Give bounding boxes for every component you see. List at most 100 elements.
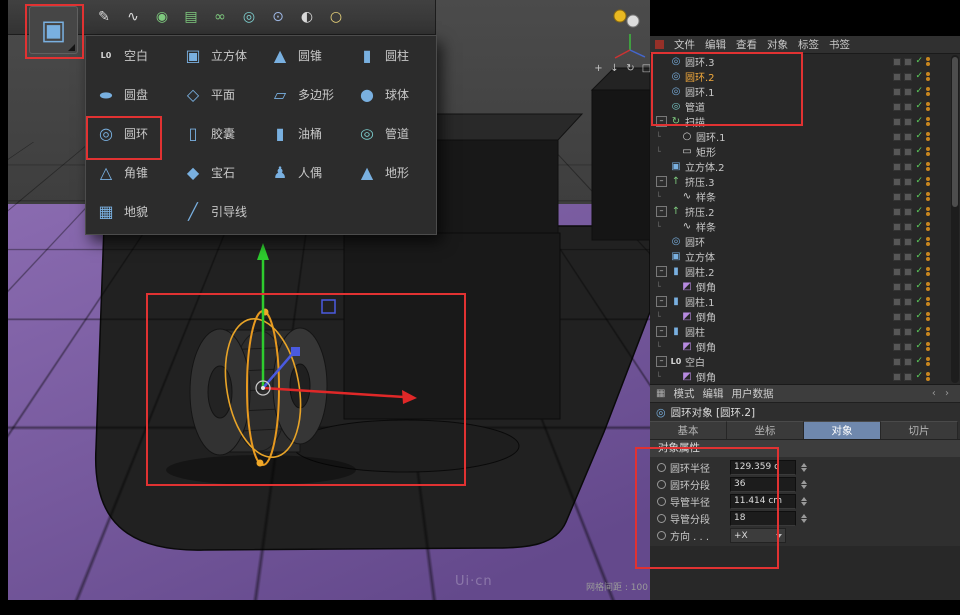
layer-toggle[interactable] (904, 343, 912, 351)
layer-toggle[interactable] (904, 148, 912, 156)
visibility-dots[interactable] (926, 282, 930, 291)
instance-tool-button[interactable]: ◎ (237, 5, 261, 29)
om-menu-item[interactable]: 查看 (736, 37, 757, 52)
object-row[interactable]: └○圆环.1✓ (650, 129, 960, 144)
layer-toggle[interactable] (893, 238, 901, 246)
enabled-check-icon[interactable]: ✓ (915, 312, 923, 321)
object-row[interactable]: └▭矩形✓ (650, 144, 960, 159)
layer-toggle[interactable] (893, 88, 901, 96)
expand-toggle[interactable]: – (656, 116, 667, 127)
object-row[interactable]: ◎圆环.2✓ (650, 69, 960, 84)
menu-item-capsule[interactable]: ▯胶囊 (173, 114, 260, 153)
menu-item-cylinder[interactable]: ▮圆柱 (347, 36, 434, 75)
value-input[interactable]: 11.414 cm (730, 494, 796, 509)
object-row[interactable]: –↻扫描✓ (650, 114, 960, 129)
layer-toggle[interactable] (904, 193, 912, 201)
enabled-check-icon[interactable]: ✓ (915, 207, 923, 216)
menu-item-relief[interactable]: ▦地貌 (86, 192, 173, 231)
object-row[interactable]: └∿样条✓ (650, 189, 960, 204)
mode-item[interactable]: 模式 (673, 386, 694, 401)
menu-item-figure[interactable]: ♟人偶 (260, 153, 347, 192)
visibility-dots[interactable] (926, 342, 930, 351)
enabled-check-icon[interactable]: ✓ (915, 297, 923, 306)
visibility-dots[interactable] (926, 177, 930, 186)
keyframe-dot-icon[interactable] (657, 463, 666, 472)
menu-item-disc[interactable]: ●圆盘 (86, 75, 173, 114)
enabled-check-icon[interactable]: ✓ (915, 252, 923, 261)
menu-item-cube[interactable]: ▣立方体 (173, 36, 260, 75)
step-up-icon[interactable] (801, 497, 807, 501)
value-stepper[interactable] (801, 514, 807, 523)
step-up-icon[interactable] (801, 480, 807, 484)
enabled-check-icon[interactable]: ✓ (915, 117, 923, 126)
layer-toggle[interactable] (904, 268, 912, 276)
layer-toggle[interactable] (904, 373, 912, 381)
object-row[interactable]: –↑挤压.2✓ (650, 204, 960, 219)
pen-tool-button[interactable]: ✎ (92, 5, 116, 29)
object-row[interactable]: └◩倒角✓ (650, 279, 960, 294)
layer-toggle[interactable] (893, 358, 901, 366)
step-down-icon[interactable] (801, 502, 807, 506)
object-row[interactable]: –▮圆柱✓ (650, 324, 960, 339)
visibility-dots[interactable] (926, 312, 930, 321)
object-row[interactable]: ◎圆环.1✓ (650, 84, 960, 99)
menu-item-null[interactable]: L0空白 (86, 36, 173, 75)
layer-toggle[interactable] (893, 103, 901, 111)
primitive-cube-button[interactable]: ▣ (29, 6, 78, 54)
layer-toggle[interactable] (904, 58, 912, 66)
visibility-dots[interactable] (926, 207, 930, 216)
subdivision-surface-tool-button[interactable]: ◉ (150, 5, 174, 29)
visibility-dots[interactable] (926, 267, 930, 276)
keyframe-dot-icon[interactable] (657, 514, 666, 523)
expand-toggle[interactable]: – (656, 176, 667, 187)
layer-toggle[interactable] (893, 58, 901, 66)
object-row[interactable]: ◎圆环.3✓ (650, 54, 960, 69)
layer-toggle[interactable] (904, 328, 912, 336)
visibility-dots[interactable] (926, 192, 930, 201)
menu-item-cone[interactable]: ▲圆锥 (260, 36, 347, 75)
layer-toggle[interactable] (904, 88, 912, 96)
object-row[interactable]: ▣立方体.2✓ (650, 159, 960, 174)
menu-item-gem[interactable]: ◆宝石 (173, 153, 260, 192)
enabled-check-icon[interactable]: ✓ (915, 87, 923, 96)
value-stepper[interactable] (801, 480, 807, 489)
layer-toggle[interactable] (904, 298, 912, 306)
value-input[interactable]: 18 (730, 511, 796, 526)
menu-item-plane[interactable]: ◇平面 (173, 75, 260, 114)
om-menu-item[interactable]: 标签 (798, 37, 819, 52)
enabled-check-icon[interactable]: ✓ (915, 327, 923, 336)
visibility-dots[interactable] (926, 87, 930, 96)
mode-item[interactable]: 用户数据 (731, 386, 773, 401)
rotate-view-icon[interactable]: ↻ (624, 62, 637, 75)
layer-toggle[interactable] (893, 163, 901, 171)
layer-toggle[interactable] (904, 253, 912, 261)
scrollbar-thumb[interactable] (952, 57, 958, 207)
light-tool-button[interactable]: ○ (324, 5, 348, 29)
layer-toggle[interactable] (904, 118, 912, 126)
layer-toggle[interactable] (893, 313, 901, 321)
object-row[interactable]: ▣立方体✓ (650, 249, 960, 264)
enabled-check-icon[interactable]: ✓ (915, 72, 923, 81)
menu-item-tube[interactable]: ◎管道 (347, 114, 434, 153)
enabled-check-icon[interactable]: ✓ (915, 102, 923, 111)
object-row[interactable]: └∿样条✓ (650, 219, 960, 234)
keyframe-dot-icon[interactable] (657, 497, 666, 506)
layer-toggle[interactable] (893, 118, 901, 126)
layer-toggle[interactable] (893, 373, 901, 381)
menu-item-torus[interactable]: ◎圆环 (86, 114, 173, 153)
attribute-tab[interactable]: 基本 (650, 421, 727, 439)
visibility-dots[interactable] (926, 102, 930, 111)
object-list-scrollbar[interactable] (951, 55, 959, 383)
enabled-check-icon[interactable]: ✓ (915, 162, 923, 171)
menu-item-guide[interactable]: ╱引导线 (173, 192, 260, 231)
step-down-icon[interactable] (801, 468, 807, 472)
boole-tool-button[interactable]: ⊙ (266, 5, 290, 29)
object-row[interactable]: └◩倒角✓ (650, 369, 960, 384)
visibility-dots[interactable] (926, 147, 930, 156)
expand-toggle[interactable]: – (656, 326, 667, 337)
layer-toggle[interactable] (904, 223, 912, 231)
dolly-view-icon[interactable]: ↓ (608, 62, 621, 75)
object-row[interactable]: –▮圆柱.2✓ (650, 264, 960, 279)
freehand-tool-button[interactable]: ∿ (121, 5, 145, 29)
step-up-icon[interactable] (801, 463, 807, 467)
